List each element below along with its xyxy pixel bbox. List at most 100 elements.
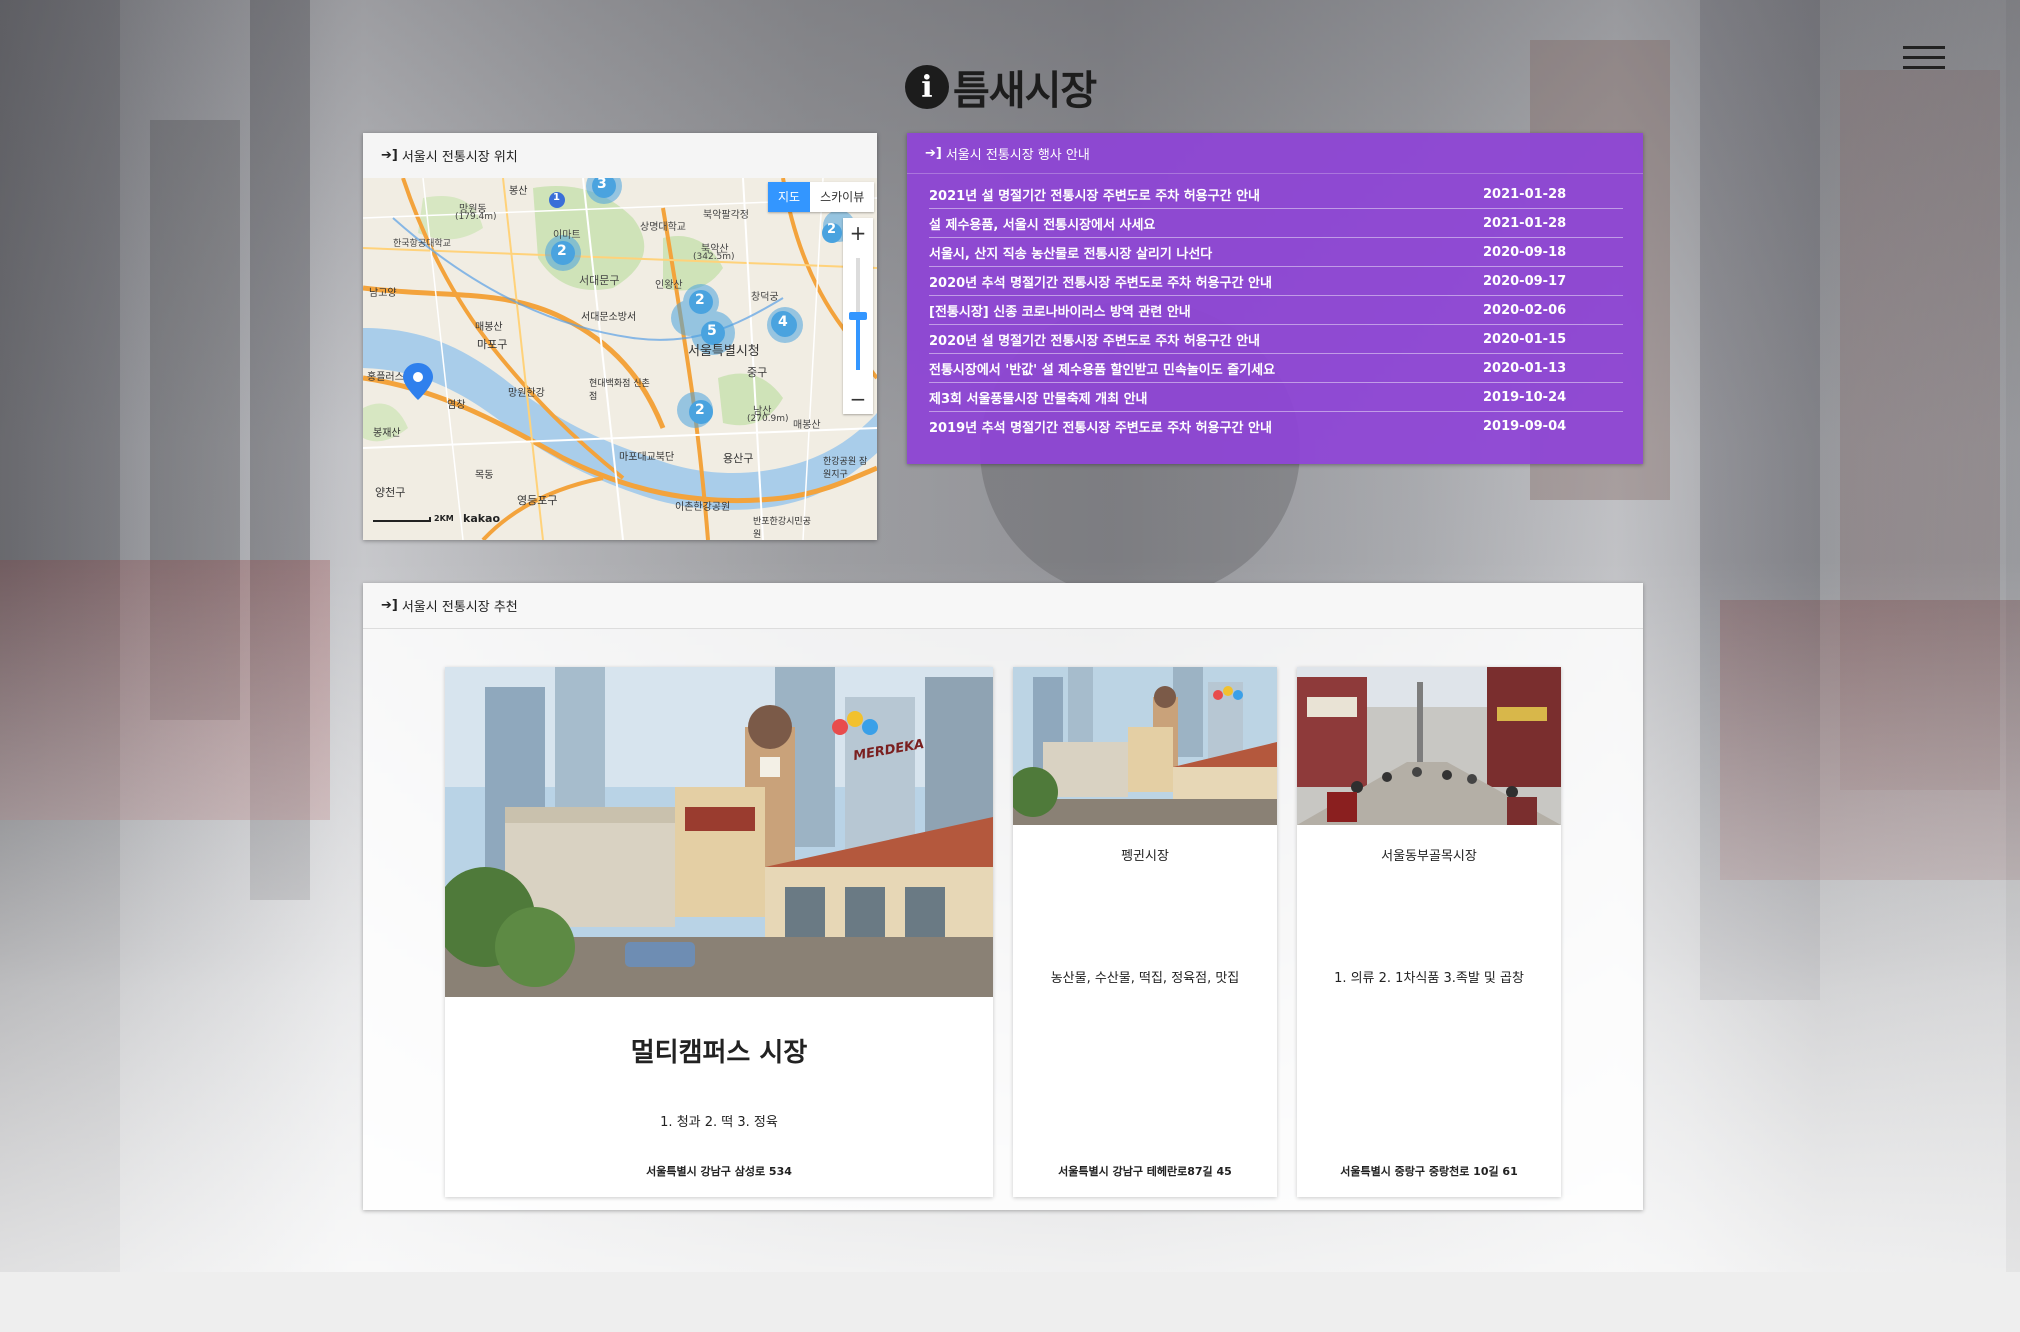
kakao-map[interactable]: 3 1 2 5 2 4 2 2 망원동 (179.4m) 한국항공대학교 이마트… (363, 178, 877, 540)
map-label: 서대문구 (579, 274, 620, 287)
cluster-3[interactable]: 3 (597, 178, 607, 192)
market-card[interactable]: 펭귄시장 농산물, 수산물, 떡집, 정육점, 맛집 서울특별시 강남구 테헤란… (1013, 667, 1277, 1197)
market-address: 서울특별시 강남구 삼성로 534 (646, 1165, 792, 1178)
news-item[interactable]: 2020년 설 명절기간 전통시장 주변도로 주차 허용구간 안내 2020-01… (929, 325, 1623, 354)
cluster-5[interactable]: 5 (707, 323, 717, 339)
map-label: 한국항공대학교 (393, 239, 451, 249)
cluster-2c[interactable]: 2 (827, 222, 836, 237)
map-label: 마포대교북단 (619, 452, 675, 463)
map-label: 서대문소방서 (581, 312, 637, 323)
news-title: 제3회 서울풍물시장 만물축제 개최 안내 (929, 391, 1148, 407)
map-label: 북악팔각정 (703, 210, 749, 221)
zoom-slider-level (856, 316, 860, 370)
map-label: 봉재산 (373, 428, 401, 439)
news-item[interactable]: 2020년 추석 명절기간 전통시장 주변도로 주차 허용구간 안내 2020-0… (929, 267, 1623, 296)
map-scale-label: 2KM (434, 514, 454, 523)
hamburger-menu-icon[interactable] (1903, 46, 1945, 72)
map-label: 홍플러스 (367, 372, 404, 383)
panel-header: ➔] 서울시 전통시장 위치 (363, 133, 877, 177)
map-label: 매봉산 (475, 322, 503, 333)
news-date: 2021-01-28 (1483, 215, 1567, 231)
map-label: 목동 (475, 470, 494, 481)
panel-header: ➔] 서울시 전통시장 행사 안내 (907, 133, 1643, 174)
page-title-text: 틈새시장 (953, 68, 1097, 114)
zoom-in-button[interactable]: + (843, 218, 873, 248)
map-label: (270.9m) (747, 414, 789, 424)
panel-heading: 서울시 전통시장 행사 안내 (945, 147, 1090, 163)
market-image (1013, 667, 1277, 825)
sign-in-icon: ➔] (925, 145, 942, 161)
page-title[interactable]: i 틈새시장 (905, 60, 1097, 114)
map-label: 봉산 (509, 186, 528, 197)
map-label: 상명대학교 (640, 222, 686, 233)
market-image (1297, 667, 1561, 825)
news-item[interactable]: 제3회 서울풍물시장 만물축제 개최 안내 2019-10-24 (929, 383, 1623, 412)
map-label: 마포구 (477, 338, 508, 351)
market-address: 서울특별시 강남구 테헤란로87길 45 (1058, 1165, 1232, 1178)
market-illustration (1013, 667, 1277, 825)
zoom-slider-handle[interactable] (849, 312, 867, 320)
cluster-2b[interactable]: 2 (695, 292, 705, 308)
market-name: 서울동부골목시장 (1381, 849, 1477, 864)
panel-header: ➔] 서울시 전통시장 추천 (363, 583, 1643, 629)
map-label: 반포한강시민공원 (753, 517, 811, 540)
map-label: 서울특별시청 (688, 344, 760, 359)
map-type-toggle: 지도 스카이뷰 (768, 182, 875, 212)
map-label: 양천구 (375, 486, 406, 499)
news-date: 2020-01-15 (1483, 331, 1567, 347)
news-date: 2021-01-28 (1483, 186, 1567, 202)
map-label: 망원한강 (508, 388, 545, 399)
news-date: 2020-09-18 (1483, 244, 1567, 260)
news-item[interactable]: 전통시장에서 '반값' 설 제수용품 할인받고 민속놀이도 즐기세요 2020-0… (929, 354, 1623, 383)
news-item[interactable]: 서울시, 산지 직송 농산물로 전통시장 살리기 나선다 2020-09-18 (929, 238, 1623, 267)
map-label: 창덕궁 (751, 292, 779, 303)
market-recommend-panel: ➔] 서울시 전통시장 추천 MERDEKA 멀티캠퍼스 시장 1. 청과 2.… (363, 583, 1643, 1210)
news-date: 2020-02-06 (1483, 302, 1567, 318)
cluster-2d[interactable]: 2 (695, 402, 705, 418)
market-name: 펭귄시장 (1121, 849, 1169, 864)
map-label: 인왕산 (655, 280, 683, 291)
map-label: 한강공원 잠원지구 (823, 457, 868, 480)
news-title: 서울시, 산지 직송 농산물로 전통시장 살리기 나선다 (929, 246, 1213, 262)
news-item[interactable]: 설 제수용품, 서울시 전통시장에서 사세요 2021-01-28 (929, 209, 1623, 238)
news-item[interactable]: 2019년 추석 명절기간 전통시장 주변도로 주차 허용구간 안내 2019-0… (929, 412, 1623, 440)
map-label: 용산구 (723, 452, 754, 465)
news-item[interactable]: 2021년 설 명절기간 전통시장 주변도로 주차 허용구간 안내 2021-01… (929, 180, 1623, 209)
map-label: 매봉산 (793, 420, 821, 431)
info-icon: i (905, 65, 949, 109)
news-title: 2021년 설 명절기간 전통시장 주변도로 주차 허용구간 안내 (929, 188, 1260, 204)
market-name: 멀티캠퍼스 시장 (630, 1038, 808, 1068)
news-date: 2019-10-24 (1483, 389, 1567, 405)
cluster-2[interactable]: 2 (557, 243, 567, 259)
news-title: 설 제수용품, 서울시 전통시장에서 사세요 (929, 217, 1156, 233)
news-date: 2020-01-13 (1483, 360, 1567, 376)
market-photo (1297, 667, 1561, 825)
map-view-button[interactable]: 지도 (768, 182, 811, 212)
event-news-panel: ➔] 서울시 전통시장 행사 안내 2021년 설 명절기간 전통시장 주변도로… (907, 133, 1643, 464)
map-label: 영등포구 (517, 494, 558, 507)
zoom-control: + − (843, 218, 873, 414)
market-card[interactable]: MERDEKA 멀티캠퍼스 시장 1. 청과 2. 떡 3. 정육 서울특별시 … (445, 667, 993, 1197)
scrollbar-track[interactable] (2006, 0, 2020, 1272)
cluster-4[interactable]: 4 (778, 314, 788, 330)
market-address: 서울특별시 중랑구 중랑천로 10길 61 (1340, 1165, 1518, 1178)
news-title: 2020년 추석 명절기간 전통시장 주변도로 주차 허용구간 안내 (929, 275, 1272, 291)
news-list: 2021년 설 명절기간 전통시장 주변도로 주차 허용구간 안내 2021-01… (929, 180, 1623, 440)
map-label: 중구 (747, 366, 768, 379)
market-card[interactable]: 서울동부골목시장 1. 의류 2. 1차식품 3.족발 및 곱창 서울특별시 중… (1297, 667, 1561, 1197)
skyview-button[interactable]: 스카이뷰 (810, 182, 875, 212)
panel-heading: 서울시 전통시장 추천 (401, 600, 518, 615)
market-items: 1. 의류 2. 1차식품 3.족발 및 곱창 (1334, 971, 1524, 986)
zoom-out-button[interactable]: − (843, 384, 873, 414)
sign-in-icon: ➔] (381, 598, 398, 613)
sign-in-icon: ➔] (381, 147, 398, 163)
market-illustration (445, 667, 993, 997)
news-item[interactable]: [전통시장] 신종 코로나바이러스 방역 관련 안내 2020-02-06 (929, 296, 1623, 325)
news-title: [전통시장] 신종 코로나바이러스 방역 관련 안내 (929, 304, 1191, 320)
market-items: 농산물, 수산물, 떡집, 정육점, 맛집 (1050, 971, 1240, 986)
cluster-1[interactable]: 1 (553, 192, 560, 203)
news-date: 2020-09-17 (1483, 273, 1567, 289)
page-footer-area (0, 1272, 2020, 1332)
news-title: 2019년 추석 명절기간 전통시장 주변도로 주차 허용구간 안내 (929, 420, 1272, 436)
kakao-logo[interactable]: kakao (463, 512, 500, 525)
